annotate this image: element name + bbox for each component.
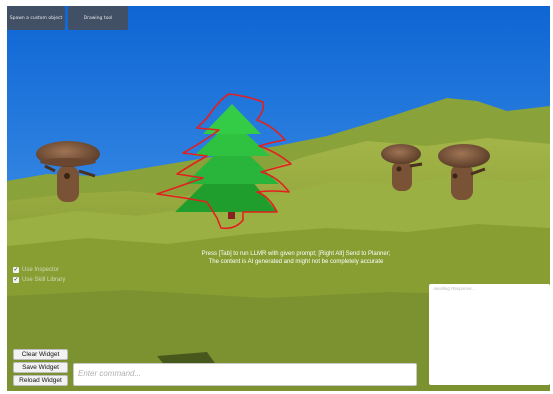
use-skill-library-toggle[interactable]: ✓ Use Skill Library bbox=[13, 277, 65, 283]
notice-line-1: Press [Tab] to run LLMR with given promp… bbox=[201, 251, 391, 257]
checkbox-icon: ✓ bbox=[13, 276, 19, 283]
clear-widget-button[interactable]: Clear Widget bbox=[13, 349, 68, 360]
response-panel[interactable]: Awaiting Response... bbox=[429, 284, 550, 385]
response-placeholder: Awaiting Response... bbox=[433, 286, 476, 291]
command-placeholder: Enter command... bbox=[78, 369, 142, 378]
reload-widget-label: Reload Widget bbox=[19, 377, 62, 384]
instruction-notice: Press [Tab] to run LLMR with given promp… bbox=[150, 250, 442, 266]
spawn-object-button[interactable]: Spawn a custom object bbox=[7, 6, 65, 30]
command-input[interactable]: Enter command... bbox=[73, 363, 417, 386]
use-skill-library-label: Use Skill Library bbox=[22, 277, 66, 283]
drawing-tool-button[interactable]: Drawing tool bbox=[68, 6, 128, 30]
reload-widget-button[interactable]: Reload Widget bbox=[13, 375, 68, 386]
spawn-object-label: Spawn a custom object bbox=[9, 15, 63, 21]
checkbox-icon: ✓ bbox=[13, 266, 19, 273]
notice-line-2: The content is AI generated and might no… bbox=[208, 259, 384, 265]
save-widget-button[interactable]: Save Widget bbox=[13, 362, 68, 373]
use-inspector-toggle[interactable]: ✓ Use Inspector bbox=[13, 267, 59, 273]
save-widget-label: Save Widget bbox=[22, 364, 59, 371]
use-inspector-label: Use Inspector bbox=[22, 267, 60, 273]
drawing-tool-label: Drawing tool bbox=[83, 15, 113, 21]
clear-widget-label: Clear Widget bbox=[21, 351, 60, 358]
